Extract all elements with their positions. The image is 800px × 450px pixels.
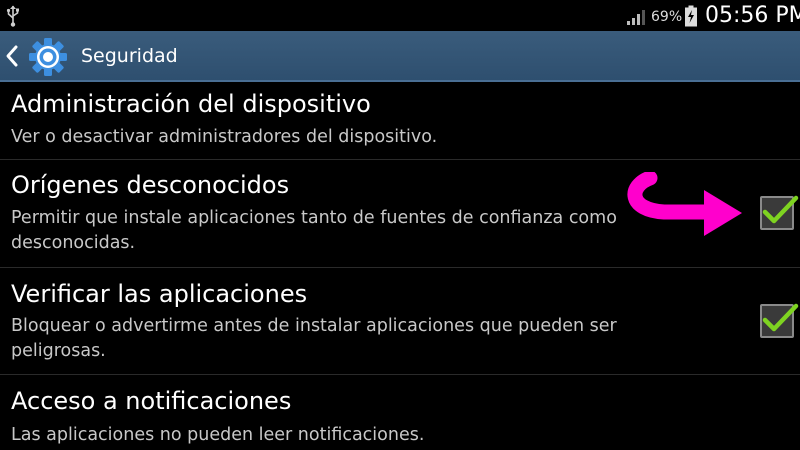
setting-title: Acceso a notificaciones — [11, 387, 292, 415]
action-bar: Seguridad — [0, 31, 800, 82]
setting-device-administration[interactable]: Administración del dispositivo Ver o des… — [0, 83, 800, 160]
setting-title: Orígenes desconocidos — [11, 171, 290, 199]
settings-gear-icon[interactable] — [28, 37, 68, 77]
usb-icon — [6, 5, 19, 27]
setting-description: Permitir que instale aplicaciones tanto … — [11, 208, 617, 253]
setting-title: Administración del dispositivo — [11, 90, 371, 118]
annotation-arrow-icon — [627, 172, 742, 236]
back-icon[interactable] — [5, 44, 19, 68]
setting-description: Bloquear o advertirme antes de instalar … — [11, 316, 617, 361]
verify-apps-checkbox[interactable] — [760, 303, 799, 338]
setting-title: Verificar las aplicaciones — [11, 280, 308, 308]
checkmark-icon — [762, 303, 799, 332]
signal-icon — [627, 10, 645, 25]
status-bar: 69% 05:56 PM — [0, 0, 800, 31]
setting-description: Las aplicaciones no pueden leer notifica… — [11, 425, 425, 445]
setting-notification-access[interactable]: Acceso a notificaciones Las aplicaciones… — [0, 375, 800, 450]
setting-description: Ver o desactivar administradores del dis… — [11, 127, 438, 147]
battery-percent: 69% — [651, 9, 683, 25]
checkmark-icon — [762, 195, 799, 224]
unknown-sources-checkbox[interactable] — [760, 195, 799, 230]
setting-verify-apps[interactable]: Verificar las aplicaciones Bloquear o ad… — [0, 268, 800, 375]
page-title: Seguridad — [81, 45, 178, 67]
battery-charging-icon — [685, 5, 697, 27]
status-clock: 05:56 PM — [705, 3, 800, 28]
